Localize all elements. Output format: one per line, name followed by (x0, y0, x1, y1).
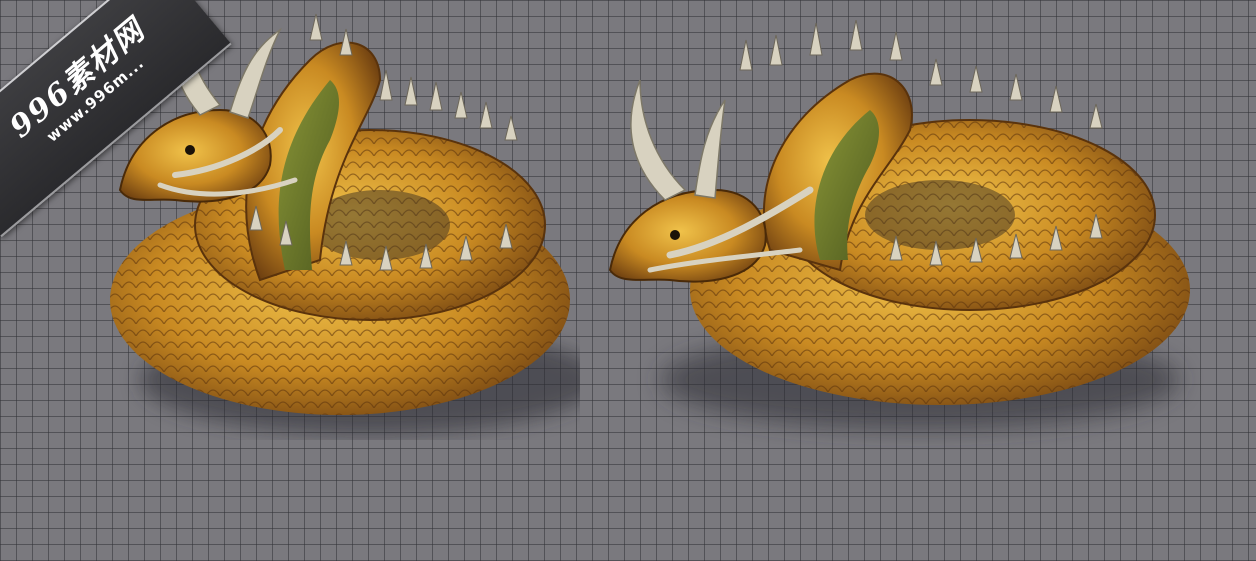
dragon-sprite-right (608, 20, 1190, 430)
eye (670, 230, 680, 240)
horn-icon (630, 79, 687, 201)
horn-icon (229, 27, 282, 119)
dragon-head (608, 188, 767, 283)
horn-icon (694, 99, 726, 199)
eye (185, 145, 195, 155)
sprite-sheet-canvas: 996素材网 www.996m... (0, 0, 1256, 561)
